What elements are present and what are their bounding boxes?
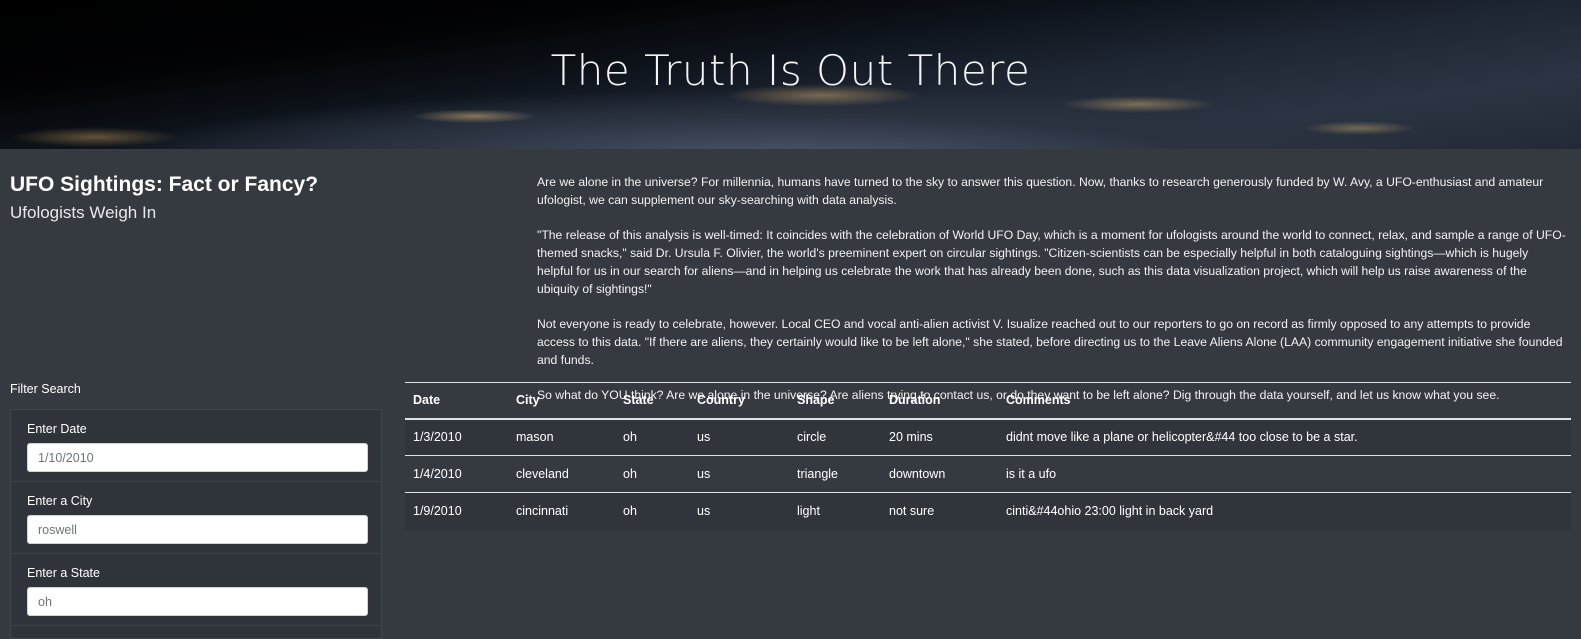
- cell-city: mason: [508, 418, 615, 456]
- cell-duration: 20 mins: [881, 418, 998, 456]
- cell-comments: cinti&#44ohio 23:00 light in back yard: [1006, 504, 1214, 519]
- cell-shape: circle: [789, 418, 881, 456]
- table-header-row: Date City State Country Shape Duration C…: [405, 382, 1571, 420]
- cell-state: oh: [615, 418, 689, 456]
- cell-date: 1/4/2010: [405, 455, 508, 493]
- cell-duration: not sure: [889, 504, 935, 519]
- cell-country: us: [697, 504, 711, 519]
- cell-city: cleveland: [508, 455, 615, 493]
- table-row: 1/4/2010 cleveland oh us triangle downto…: [405, 455, 1571, 493]
- column-header-state: State: [615, 382, 689, 420]
- table-row: 1/3/2010 mason oh us circle 20 mins didn…: [405, 418, 1571, 456]
- hero-title: The Truth Is Out There: [550, 46, 1031, 95]
- table-row: 1/9/2010 cincinnati oh us light not sure…: [405, 492, 1571, 530]
- filter-date: Enter Date: [11, 410, 381, 482]
- article-paragraph: "The release of this analysis is well-ti…: [537, 228, 1566, 296]
- cell-city: cincinnati: [516, 504, 569, 519]
- article-paragraph: Are we alone in the universe? For millen…: [537, 175, 1544, 207]
- cell-comments: didnt move like a plane or helicopter&#4…: [998, 418, 1571, 456]
- cell-country: us: [689, 455, 789, 493]
- cell-shape: triangle: [789, 455, 881, 493]
- city-input[interactable]: [27, 515, 368, 544]
- column-header-shape: Shape: [789, 382, 881, 420]
- column-header-comments: Comments: [998, 382, 1571, 420]
- filter-state-label: Enter a State: [27, 566, 100, 580]
- cell-date: 1/9/2010: [413, 504, 462, 519]
- column-header-date: Date: [405, 382, 508, 420]
- hero-banner: The Truth Is Out There: [0, 0, 1581, 149]
- filter-city-label: Enter a City: [27, 494, 93, 508]
- ufo-table-container: Date City State Country Shape Duration C…: [405, 382, 1571, 530]
- page-subtitle: Ufologists Weigh In: [10, 203, 157, 222]
- state-input[interactable]: [27, 587, 368, 616]
- column-header-country: Country: [689, 382, 789, 420]
- cell-date: 1/3/2010: [405, 418, 508, 456]
- cell-shape: light: [797, 504, 820, 519]
- filter-date-label: Enter Date: [27, 422, 87, 436]
- column-header-city: City: [508, 382, 615, 420]
- cell-state: oh: [623, 504, 637, 519]
- ufo-table: Date City State Country Shape Duration C…: [405, 382, 1571, 530]
- date-input[interactable]: [27, 443, 368, 472]
- cell-country: us: [689, 418, 789, 456]
- filter-city: Enter a City: [11, 482, 381, 554]
- column-header-duration: Duration: [881, 382, 998, 420]
- article-paragraph: Not everyone is ready to celebrate, howe…: [537, 317, 1563, 367]
- cell-duration: downtown: [881, 455, 998, 493]
- filter-panel: Enter Date Enter a City Enter a State: [10, 409, 382, 639]
- cell-comments: is it a ufo: [998, 455, 1571, 493]
- page-title: UFO Sightings: Fact or Fancy?: [10, 173, 319, 196]
- filter-state: Enter a State: [11, 554, 381, 626]
- filter-search-title: Filter Search: [10, 382, 81, 396]
- cell-state: oh: [615, 455, 689, 493]
